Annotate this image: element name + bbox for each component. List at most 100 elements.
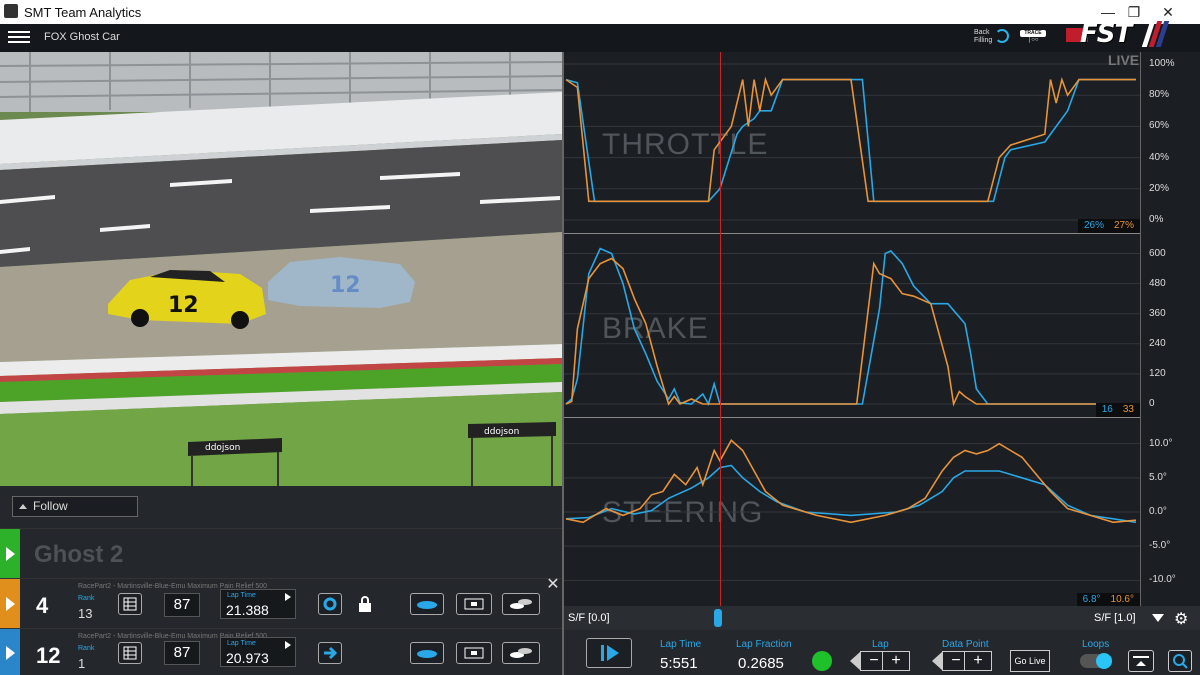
y-tick-label: -10.0° bbox=[1149, 574, 1176, 586]
cursor-line[interactable] bbox=[720, 52, 721, 608]
svg-text:12: 12 bbox=[168, 293, 199, 318]
compare-view-button[interactable] bbox=[502, 593, 540, 615]
car-number: 4 bbox=[36, 593, 49, 618]
lock-icon[interactable] bbox=[358, 595, 372, 613]
lap-fraction-value: 0.2685 bbox=[738, 655, 784, 672]
y-tick-label: 480 bbox=[1149, 277, 1166, 289]
lap-time-value: 20.973 bbox=[226, 650, 269, 666]
ghost-car-video[interactable]: 12 12 ddojson ddojson bbox=[0, 52, 562, 486]
ghost-row[interactable]: Ghost 2 bbox=[0, 528, 562, 578]
y-tick-label: 40% bbox=[1149, 151, 1170, 163]
car-row-expand[interactable] bbox=[0, 629, 20, 675]
brake-axis: 0 120 240 360 480 600 bbox=[1140, 234, 1200, 418]
caret-up-icon bbox=[19, 504, 27, 509]
brake-chart[interactable]: BRAKE 16 33 bbox=[564, 234, 1140, 418]
hamburger-menu-icon[interactable] bbox=[8, 28, 30, 48]
rank-value: 13 bbox=[78, 606, 93, 621]
steering-legend: 6.8° 10.6° bbox=[1076, 593, 1140, 607]
scrub-thumb[interactable] bbox=[713, 609, 722, 627]
play-arrow-icon bbox=[6, 646, 15, 660]
rank-value: 1 bbox=[78, 656, 86, 671]
brake-legend: 16 33 bbox=[1095, 403, 1140, 417]
car-row-12[interactable]: RacePart2 - Martinsville-Blue-Emu Maximu… bbox=[0, 628, 562, 675]
arrow-right-icon[interactable] bbox=[318, 642, 342, 664]
follow-label: Follow bbox=[33, 499, 68, 513]
close-row-icon[interactable]: ✕ bbox=[546, 577, 560, 593]
throttle-chart[interactable]: THROTTLE 26% 27% bbox=[564, 52, 1140, 234]
lap-time-box[interactable]: Lap Time 21.388 bbox=[220, 589, 296, 619]
series-orange-line bbox=[565, 76, 1136, 203]
go-live-button[interactable]: Go Live bbox=[1010, 650, 1050, 672]
car-row-4[interactable]: RacePart2 - Martinsville-Blue-Emu Maximu… bbox=[0, 578, 562, 628]
scrub-start-label: S/F [0.0] bbox=[568, 612, 610, 624]
y-tick-label: 0 bbox=[1149, 398, 1155, 409]
logo-text: FST bbox=[1080, 19, 1132, 49]
series-blue-line bbox=[565, 464, 1137, 524]
search-icon[interactable] bbox=[1168, 650, 1192, 672]
camera-view-button[interactable] bbox=[456, 642, 492, 664]
lap-plus-button[interactable]: + bbox=[882, 651, 910, 671]
steering-axis: -10.0° -5.0° 0.0° 5.0° 10.0° bbox=[1140, 418, 1200, 608]
y-tick-label: 5.0° bbox=[1149, 471, 1167, 483]
y-tick-label: 100% bbox=[1149, 58, 1175, 69]
throttle-axis: 0% 20% 40% 60% 80% 100% bbox=[1140, 52, 1200, 234]
y-tick-label: 0.0° bbox=[1149, 506, 1167, 517]
app-icon bbox=[4, 4, 18, 18]
lap-time-label: Lap Time bbox=[660, 639, 702, 650]
car-view-button[interactable] bbox=[410, 593, 444, 615]
y-tick-label: 20% bbox=[1149, 182, 1170, 194]
table-button[interactable] bbox=[118, 593, 142, 615]
legend-blue: 26% bbox=[1083, 220, 1104, 231]
y-tick-label: 60% bbox=[1149, 120, 1170, 132]
lap-time-value: 21.388 bbox=[226, 602, 269, 618]
loops-toggle[interactable] bbox=[1080, 653, 1112, 669]
y-tick-label: 240 bbox=[1149, 337, 1166, 349]
collapse-panel-icon[interactable] bbox=[1128, 650, 1154, 672]
back-filling-icon[interactable] bbox=[995, 29, 1009, 43]
legend-blue: 16 bbox=[1101, 404, 1113, 415]
lap-scrubber[interactable]: S/F [0.0] S/F [1.0] ⚙ bbox=[562, 606, 1200, 630]
live-indicator: LIVE bbox=[1108, 52, 1140, 68]
gear-icon[interactable]: ⚙ bbox=[1174, 609, 1188, 629]
trace-toggle[interactable]: TRACE │○○ bbox=[1020, 30, 1046, 44]
car-value: 87 bbox=[164, 593, 200, 617]
car-row-expand[interactable] bbox=[0, 579, 20, 628]
svg-text:ddojson: ddojson bbox=[484, 427, 519, 437]
steering-chart[interactable]: STEERING 6.8° 10.6° bbox=[564, 418, 1140, 608]
play-icon[interactable] bbox=[285, 641, 291, 649]
svg-text:12: 12 bbox=[330, 273, 361, 298]
camera-view-button[interactable] bbox=[456, 593, 492, 615]
table-button[interactable] bbox=[118, 642, 142, 664]
loops-label: Loops bbox=[1082, 639, 1110, 650]
play-arrow-icon bbox=[6, 547, 15, 561]
rank-label: Rank bbox=[78, 595, 95, 602]
play-button[interactable] bbox=[586, 638, 632, 668]
y-tick-label: 600 bbox=[1149, 247, 1166, 259]
trace-label: TRACE bbox=[1020, 30, 1046, 37]
throttle-legend: 26% 27% bbox=[1077, 219, 1140, 233]
ghost-row-expand[interactable] bbox=[0, 529, 20, 578]
download-icon[interactable] bbox=[1152, 614, 1164, 622]
car-number: 12 bbox=[36, 643, 61, 668]
fst-logo: FST bbox=[1066, 19, 1178, 51]
legend-orange: 33 bbox=[1122, 404, 1134, 415]
series-blue-line bbox=[565, 78, 1136, 203]
data-point-plus-button[interactable]: + bbox=[964, 651, 992, 671]
back-filling-label: Back Filling bbox=[974, 29, 993, 44]
play-icon[interactable] bbox=[285, 593, 291, 601]
car-value: 87 bbox=[164, 641, 200, 665]
data-point-prev-arrow bbox=[932, 652, 942, 670]
lap-time-label: Lap Time bbox=[227, 592, 256, 599]
lap-prev-arrow bbox=[850, 652, 860, 670]
legend-orange: 10.6° bbox=[1110, 594, 1134, 605]
car-view-button[interactable] bbox=[410, 642, 444, 664]
lap-time-box[interactable]: Lap Time 20.973 bbox=[220, 637, 296, 667]
lap-fraction-label: Lap Fraction bbox=[736, 639, 792, 650]
playback-bar: Lap Time 5:551 Lap Fraction 0.2685 Lap −… bbox=[562, 630, 1200, 675]
y-tick-label: 80% bbox=[1149, 89, 1170, 101]
compare-view-button[interactable] bbox=[502, 642, 540, 664]
follow-dropdown[interactable]: Follow bbox=[12, 496, 138, 517]
data-point-label: Data Point bbox=[942, 639, 989, 650]
refresh-icon[interactable] bbox=[318, 593, 342, 615]
legend-blue: 6.8° bbox=[1082, 594, 1101, 605]
